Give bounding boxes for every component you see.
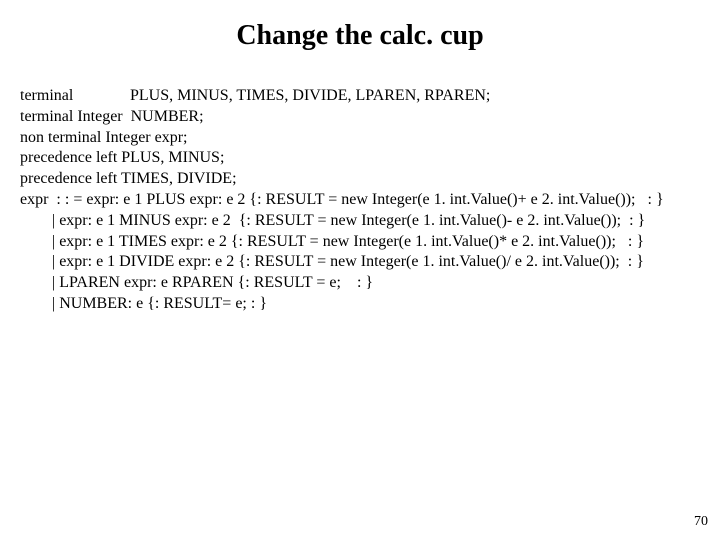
- code-line: non terminal Integer expr;: [20, 128, 710, 149]
- keyword-terminal: terminal: [20, 86, 130, 107]
- slide-body: terminalPLUS, MINUS, TIMES, DIVIDE, LPAR…: [20, 86, 710, 315]
- code-line: | expr: e 1 DIVIDE expr: e 2 {: RESULT =…: [20, 252, 710, 273]
- slide: Change the calc. cup terminalPLUS, MINUS…: [0, 0, 720, 540]
- code-text: PLUS, MINUS, TIMES, DIVIDE, LPAREN, RPAR…: [130, 87, 490, 104]
- code-line: | NUMBER: e {: RESULT= e; : }: [20, 294, 710, 315]
- code-line: expr : : = expr: e 1 PLUS expr: e 2 {: R…: [20, 190, 710, 211]
- code-line: precedence left PLUS, MINUS;: [20, 148, 710, 169]
- code-line: | expr: e 1 TIMES expr: e 2 {: RESULT = …: [20, 232, 710, 253]
- page-number: 70: [694, 514, 708, 530]
- code-line: | LPAREN expr: e RPAREN {: RESULT = e; :…: [20, 273, 710, 294]
- code-line: | expr: e 1 MINUS expr: e 2 {: RESULT = …: [20, 211, 710, 232]
- slide-title: Change the calc. cup: [0, 20, 720, 52]
- code-line: precedence left TIMES, DIVIDE;: [20, 169, 710, 190]
- code-line: terminalPLUS, MINUS, TIMES, DIVIDE, LPAR…: [20, 86, 710, 107]
- code-line: terminal Integer NUMBER;: [20, 107, 710, 128]
